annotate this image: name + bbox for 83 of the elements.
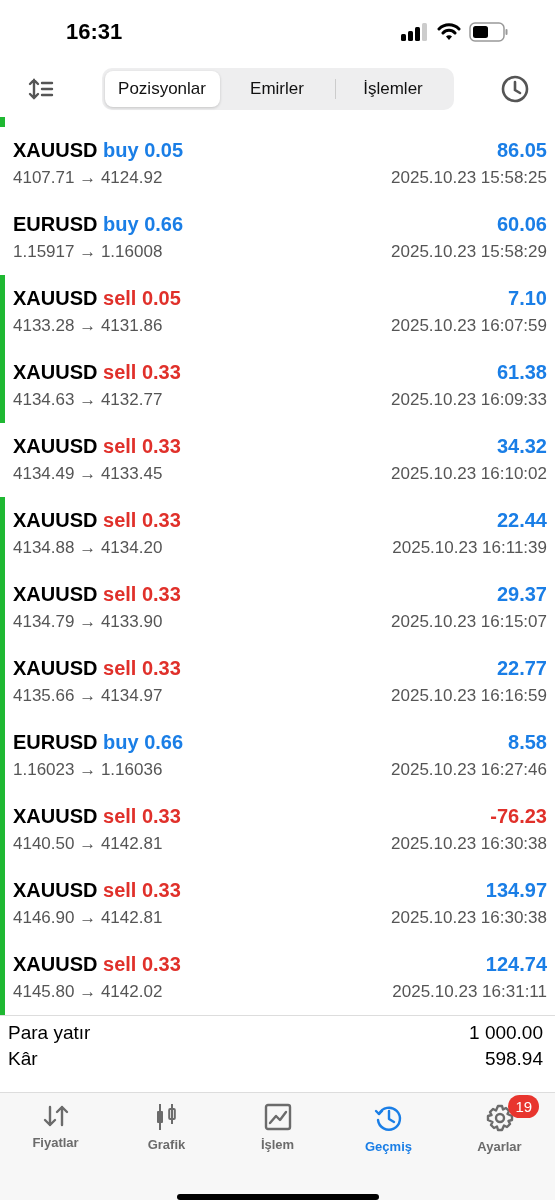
trade-time: 2025.10.23 15:58:25 [391,168,547,189]
trade-profit: 61.38 [496,361,547,385]
trade-title: XAUUSD sell 0.33 [13,583,181,607]
trade-row[interactable]: XAUUSD sell 0.33 22.44 4134.88 → 4134.20 2025.10.23 16:11:39 [0,496,555,571]
trade-profit: 8.58 [508,731,547,755]
trade-time: 2025.10.23 16:09:33 [391,390,547,411]
trade-row[interactable]: XAUUSD sell 0.33 34.32 4134.49 → 4133.45 2025.10.23 16:10:02 [0,422,555,497]
trade-profit: 29.37 [496,583,547,607]
wifi-icon [437,23,461,42]
trade-row[interactable]: XAUUSD sell 0.05 7.10 4133.28 → 4131.86 2025.10.23 16:07:59 [0,274,555,349]
trade-time: 2025.10.23 16:27:46 [391,760,547,781]
segment-tab[interactable]: Pozisyonlar [104,70,220,107]
clock-icon[interactable] [501,74,529,103]
tab-bar-item[interactable]: Ayarlar 19 [444,1095,555,1154]
trade-prices: 4107.71 → 4124.92 [13,168,163,189]
segment-tab[interactable]: İşlemler [335,70,451,107]
trade-time: 2025.10.23 16:30:38 [391,834,547,855]
trade-time: 2025.10.23 15:58:29 [391,242,547,263]
trade-time: 2025.10.23 16:15:07 [391,612,547,633]
trade-time: 2025.10.23 16:30:38 [391,908,547,929]
trade-prices: 4146.90 → 4142.81 [13,908,163,929]
trade-profit: 60.06 [496,213,547,237]
trade-profit: 86.05 [496,139,547,163]
trade-prices: 4133.28 → 4131.86 [13,316,163,337]
trade-prices: 1.16023 → 1.16036 [13,760,163,781]
trade-title: XAUUSD sell 0.33 [13,953,181,977]
trade-title: EURUSD buy 0.66 [13,731,184,755]
trade-profit: 124.74 [485,953,547,977]
summary-value: 598.94 [484,1047,543,1070]
trade-prices: 4145.80 → 4142.02 [13,982,163,1003]
clock-time: 16:31 [66,19,123,46]
trade-profit: 134.97 [485,879,547,903]
trade-time: 2025.10.23 16:07:59 [391,316,547,337]
summary-label: Para yatır [8,1021,91,1044]
trade-title: XAUUSD sell 0.33 [13,509,181,533]
trade-profit: 22.77 [496,657,547,681]
trade-row[interactable]: XAUUSD sell 0.33 22.77 4135.66 → 4134.97 2025.10.23 16:16:59 [0,644,555,719]
trade-profit: 22.44 [496,509,547,533]
trade-profit: 7.10 [508,287,547,311]
trade-time: 2025.10.23 16:16:59 [391,686,547,707]
segment-tab[interactable]: Emirler [219,70,335,107]
trade-time: 2025.10.23 16:10:02 [391,464,547,485]
trade-time: 2025.10.23 16:31:11 [392,982,547,1003]
trade-row[interactable]: XAUUSD sell 0.33 61.38 4134.63 → 4132.77 2025.10.23 16:09:33 [0,348,555,423]
trade-prices: 4135.66 → 4134.97 [13,686,163,707]
trade-prices: 4134.63 → 4132.77 [13,390,163,411]
notification-badge: 19 [508,1095,540,1118]
sort-icon[interactable] [28,77,54,100]
line-chart-icon [263,1103,292,1131]
trade-profit: 34.32 [496,435,547,459]
trade-prices: 1.15917 → 1.16008 [13,242,163,263]
trade-prices: 4134.88 → 4134.20 [13,538,163,559]
trade-prices: 4134.79 → 4133.90 [13,612,163,633]
trade-title: XAUUSD sell 0.33 [13,361,181,385]
trade-row[interactable]: XAUUSD buy 0.05 86.05 4107.71 → 4124.92 2025.10.23 15:58:25 [0,126,555,201]
trade-title: XAUUSD sell 0.33 [13,879,181,903]
trade-row[interactable]: EURUSD buy 0.66 8.58 1.16023 → 1.16036 2025.10.23 16:27:46 [0,718,555,793]
summary-value: 1 000.00 [469,1021,543,1044]
candlestick-icon [155,1103,178,1131]
tab-bar-item[interactable]: Fiyatlar [0,1095,111,1154]
trade-profit: -76.23 [490,805,547,829]
trade-row[interactable]: EURUSD buy 0.66 60.06 1.15917 → 1.16008 2025.10.23 15:58:29 [0,200,555,275]
signal-icon [401,23,429,42]
trade-title: XAUUSD sell 0.33 [13,805,181,829]
trade-row[interactable]: XAUUSD sell 0.33 29.37 4134.79 → 4133.90 2025.10.23 16:15:07 [0,570,555,645]
trade-prices: 4134.49 → 4133.45 [13,464,163,485]
tab-bar-item[interactable]: İşlem [222,1095,333,1154]
trade-row[interactable]: XAUUSD sell 0.33 134.97 4146.90 → 4142.81 2025.10.23 16:30:38 [0,866,555,941]
settings-icon [484,1103,515,1133]
up-down-arrows-icon [41,1103,70,1129]
trade-row[interactable]: XAUUSD sell 0.33 -76.23 4140.50 → 4142.81 2025.10.23 16:30:38 [0,792,555,867]
battery-icon [469,22,509,43]
trade-title: XAUUSD sell 0.33 [13,657,181,681]
trade-time: 2025.10.23 16:11:39 [392,538,547,559]
trade-title: XAUUSD sell 0.33 [13,435,181,459]
tab-bar-item[interactable]: Grafik [111,1095,222,1154]
tab-bar-item[interactable]: Geçmiş [333,1095,444,1154]
trade-title: EURUSD buy 0.66 [13,213,184,237]
summary-label: Kâr [8,1047,38,1070]
trade-row[interactable]: XAUUSD sell 0.33 124.74 4145.80 → 4142.02 2025.10.23 16:31:11 [0,940,555,1015]
trade-prices: 4140.50 → 4142.81 [13,834,163,855]
trade-title: XAUUSD sell 0.05 [13,287,181,311]
trade-title: XAUUSD buy 0.05 [13,139,184,163]
